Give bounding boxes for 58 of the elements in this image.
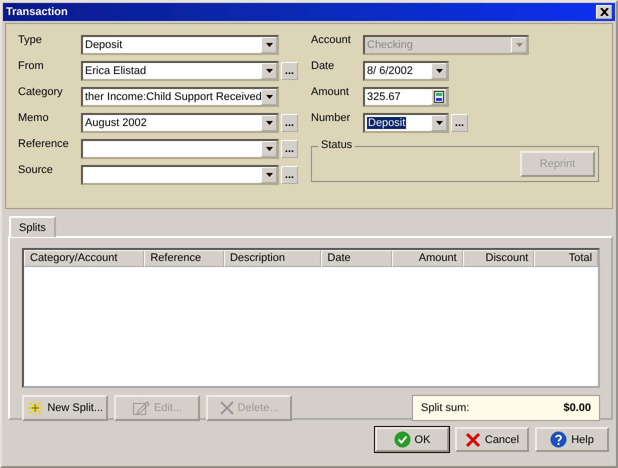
combo-box[interactable]: Erica Elistad — [81, 61, 279, 81]
browse-button[interactable]: ... — [451, 114, 468, 132]
dropdown-arrow-icon — [436, 69, 442, 73]
dropdown-arrow-icon — [266, 69, 272, 73]
ok-button[interactable]: OK — [375, 427, 449, 452]
close-button[interactable] — [596, 5, 612, 19]
help-icon — [550, 431, 568, 448]
split-sum-label: Split sum: — [421, 402, 470, 414]
split-sum-value: $0.00 — [563, 402, 591, 414]
delete-x-icon — [220, 401, 234, 415]
column-header[interactable]: Category/Account — [24, 250, 144, 267]
dropdown-arrow-icon — [266, 95, 272, 99]
dropdown-arrow-icon — [266, 173, 272, 177]
pencil-icon — [132, 400, 150, 416]
field-label: Date — [311, 59, 336, 72]
dropdown-arrow-icon — [266, 43, 272, 47]
combo-box[interactable] — [81, 165, 279, 185]
column-header[interactable]: Description — [224, 250, 322, 267]
field-label: Source — [18, 163, 54, 176]
cancel-button[interactable]: Cancel — [455, 427, 529, 452]
browse-button[interactable]: ... — [281, 114, 298, 132]
field-label: Memo — [18, 111, 50, 124]
browse-button[interactable]: ... — [281, 62, 298, 80]
field-label: Type — [18, 33, 43, 46]
combo-box[interactable]: August 2002 — [81, 113, 279, 133]
tab[interactable]: Splits — [9, 216, 56, 237]
dropdown-arrow-icon — [266, 121, 272, 125]
sparkle-icon — [27, 399, 44, 417]
column-header[interactable]: Reference — [144, 250, 224, 267]
amount-field[interactable]: 325.67 — [363, 87, 449, 107]
field-label: Reference — [18, 137, 70, 150]
combo-box[interactable] — [81, 139, 279, 159]
help-button[interactable]: Help — [535, 427, 609, 452]
dropdown-arrow-icon — [266, 147, 272, 151]
combo-box[interactable]: 8/ 6/2002 — [363, 61, 449, 81]
field-label: Amount — [311, 85, 350, 98]
group-title: Status — [318, 139, 356, 151]
column-header[interactable]: Date — [321, 250, 392, 267]
close-icon — [600, 8, 608, 16]
calculator-icon — [434, 91, 444, 103]
combo-box[interactable]: ther Income:Child Support Received — [81, 87, 279, 107]
browse-button[interactable]: ... — [281, 140, 298, 158]
field-label: Category — [18, 85, 64, 98]
new-split-button[interactable]: New Split... — [22, 395, 108, 421]
field-label: Account — [311, 33, 352, 46]
column-header[interactable]: Total — [534, 250, 598, 267]
column-header[interactable]: Discount — [462, 250, 534, 267]
cross-icon — [464, 432, 481, 448]
combo-box[interactable]: Deposit — [363, 113, 449, 133]
dropdown-arrow-icon — [436, 121, 442, 125]
browse-button[interactable]: ... — [281, 166, 298, 184]
combo-box[interactable]: Deposit — [81, 35, 279, 55]
dropdown-arrow-icon — [516, 43, 522, 47]
checkmark-icon — [394, 431, 411, 448]
column-header[interactable]: Amount — [392, 250, 463, 267]
window-title: Transaction — [6, 6, 68, 18]
field-label: Number — [311, 111, 352, 124]
field-label: From — [18, 59, 45, 72]
